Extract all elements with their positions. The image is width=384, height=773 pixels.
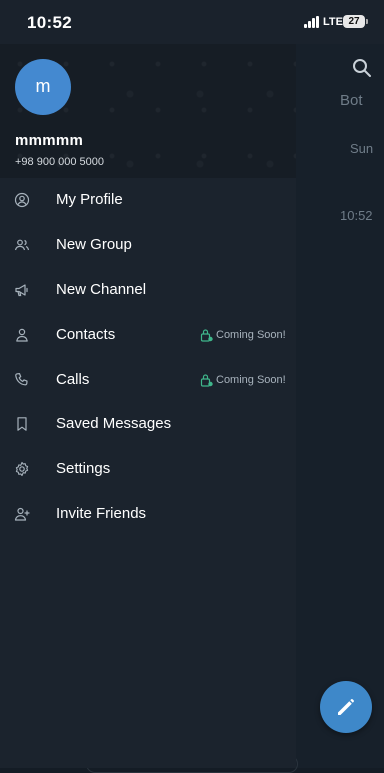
battery-tip [366, 19, 368, 24]
menu-label: Settings [56, 460, 111, 478]
pencil-icon [338, 699, 354, 715]
menu-item-contacts[interactable]: Contacts Coming Soon! [0, 312, 296, 357]
menu-label: My Profile [56, 191, 123, 209]
search-icon[interactable] [352, 58, 372, 78]
coming-soon-label: Coming Soon! [216, 328, 286, 341]
menu-item-calls[interactable]: Calls Coming Soon! [0, 357, 296, 402]
background-time-label: 10:52 [340, 208, 373, 223]
signal-icon [304, 16, 320, 28]
menu-label: Calls [56, 370, 90, 388]
gear-icon [15, 462, 29, 477]
status-bar: 10:52 LTE 27 [0, 0, 384, 44]
menu-label: Saved Messages [56, 415, 172, 433]
menu-item-saved-messages[interactable]: Saved Messages [0, 402, 296, 447]
menu-label: Invite Friends [56, 505, 147, 523]
profile-phone: +98 900 000 5000 [15, 156, 105, 168]
menu-label: Contacts [56, 325, 116, 343]
profile-name: mmmmm [15, 132, 84, 149]
menu-label: New Channel [56, 281, 147, 299]
menu-label: New Group [56, 236, 132, 254]
menu-item-my-profile[interactable]: My Profile [0, 178, 296, 223]
menu-item-new-channel[interactable]: New Channel [0, 268, 296, 313]
phone-icon [15, 372, 28, 385]
network-type: LTE [323, 16, 343, 28]
background-header-title: Bot [340, 92, 363, 109]
menu-item-settings[interactable]: Settings [0, 447, 296, 492]
battery-icon: 27 [343, 15, 365, 28]
navigation-drawer: m mmmmm +98 900 000 5000 My Profile New … [0, 44, 296, 768]
lock-icon [200, 373, 213, 387]
add-user-icon [14, 507, 30, 521]
lock-icon [200, 329, 213, 342]
contact-icon [16, 328, 28, 342]
coming-soon-badge: Coming Soon! [200, 328, 286, 342]
group-icon [14, 239, 30, 251]
megaphone-icon [15, 284, 28, 297]
drawer-menu: My Profile New Group New Channel Contact… [0, 178, 296, 536]
menu-item-invite-friends[interactable]: Invite Friends [0, 492, 296, 537]
avatar[interactable]: m [15, 59, 71, 115]
compose-button[interactable] [320, 681, 372, 733]
background-date-label: Sun [350, 141, 374, 156]
coming-soon-label: Coming Soon! [216, 373, 286, 386]
status-time: 10:52 [27, 13, 72, 32]
profile-icon [14, 193, 30, 208]
coming-soon-badge: Coming Soon! [200, 373, 286, 387]
menu-item-new-group[interactable]: New Group [0, 223, 296, 268]
bookmark-icon [17, 417, 27, 432]
drawer-header: m mmmmm +98 900 000 5000 [0, 44, 296, 178]
